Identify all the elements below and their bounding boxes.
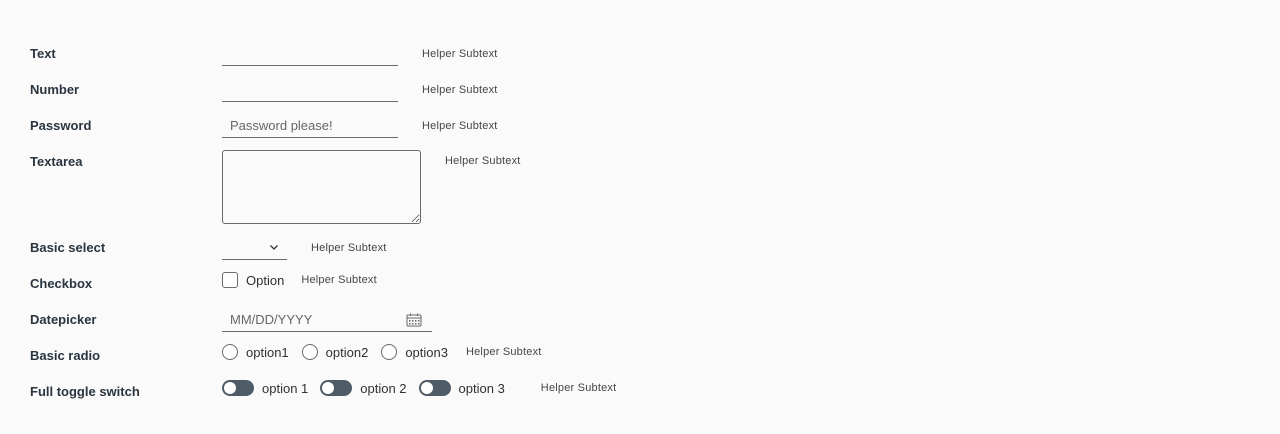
checkbox-control: Option Helper Subtext [222,272,377,288]
calendar-icon[interactable] [406,313,422,327]
radio-option3-label[interactable]: option3 [405,345,448,360]
password-helper: Helper Subtext [422,120,498,132]
checkbox-option-label[interactable]: Option [246,273,284,288]
form: Text Helper Subtext Number Helper Subtex… [0,0,1280,434]
text-label: Text [30,46,56,61]
checkbox-helper: Helper Subtext [301,274,377,286]
chevron-down-icon [270,245,278,250]
toggle-label: Full toggle switch [30,384,140,399]
checkbox-label: Checkbox [30,276,93,291]
number-helper: Helper Subtext [422,84,498,96]
toggle-option2-label[interactable]: option 2 [360,381,406,396]
option-checkbox[interactable] [222,272,238,288]
password-input[interactable] [222,114,398,138]
select-control: Helper Subtext [222,236,387,260]
radio-label: Basic radio [30,348,101,363]
radio-option2-label[interactable]: option2 [326,345,369,360]
basic-select[interactable] [222,236,287,260]
datepicker-placeholder: MM/DD/YYYY [230,312,313,327]
number-control: Helper Subtext [222,78,498,102]
select-label: Basic select [30,240,106,255]
datepicker-input[interactable]: MM/DD/YYYY [222,308,432,332]
password-label: Password [30,118,92,133]
radio-option1-label[interactable]: option1 [246,345,289,360]
select-helper: Helper Subtext [311,242,387,254]
toggle-control: option 1 option 2 option 3 Helper Subtex… [222,380,616,396]
datepicker-control: MM/DD/YYYY [222,308,432,332]
radio-option3[interactable] [381,344,398,360]
toggle-option3[interactable] [418,380,451,396]
radio-option1[interactable] [222,344,238,360]
number-label: Number [30,82,80,97]
radio-helper: Helper Subtext [465,346,542,358]
textarea-helper: Helper Subtext [445,155,521,167]
toggle-option3-label[interactable]: option 3 [459,381,505,396]
number-input[interactable] [222,78,398,102]
radio-control: option1 option2 option3 Helper Subtext [222,344,542,360]
toggle-helper: Helper Subtext [540,382,617,394]
textarea-label: Textarea [30,154,83,169]
toggle-option1[interactable] [222,380,254,396]
toggle-option2[interactable] [320,380,353,396]
radio-option2[interactable] [301,344,318,360]
password-control: Helper Subtext [222,114,498,138]
toggle-option1-label[interactable]: option 1 [262,381,308,396]
textarea-input[interactable] [222,150,421,224]
text-input[interactable] [222,42,398,66]
textarea-control: Helper Subtext [222,150,521,224]
text-helper: Helper Subtext [422,48,498,60]
text-control: Helper Subtext [222,42,498,66]
datepicker-label: Datepicker [30,312,97,327]
